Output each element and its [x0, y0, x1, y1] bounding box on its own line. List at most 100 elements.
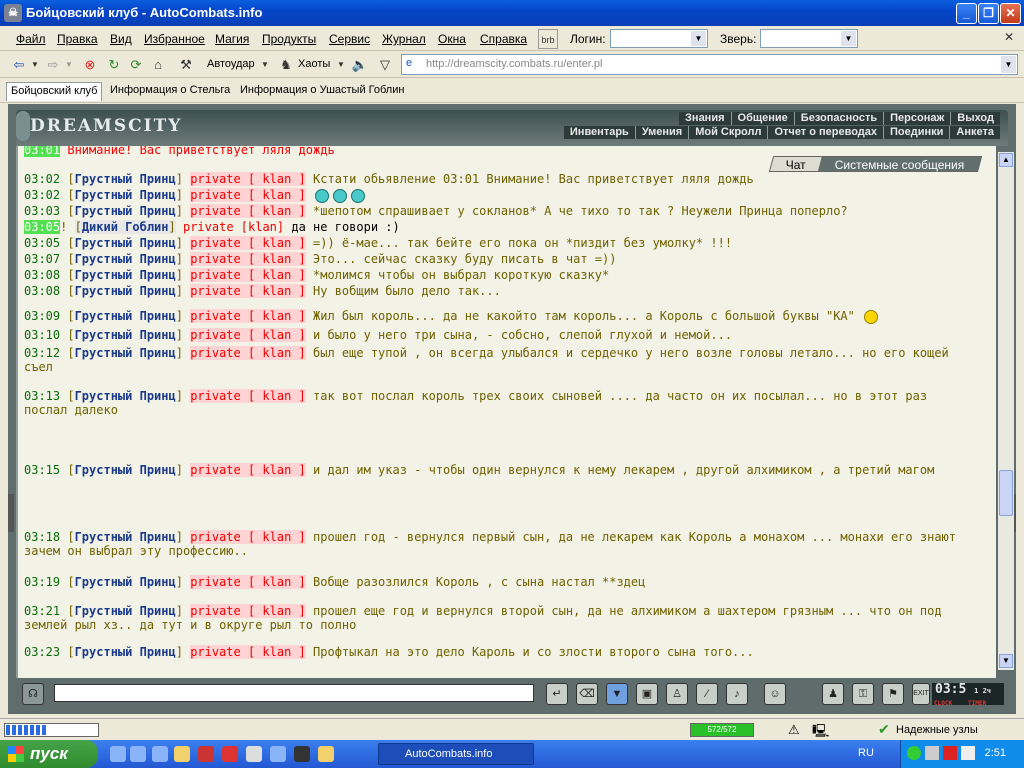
refresh-all-icon[interactable]: ⟳: [126, 55, 146, 75]
fighter-icon[interactable]: ♙: [666, 683, 688, 705]
exit-button[interactable]: EXIT: [912, 683, 930, 705]
private-tag[interactable]: private [ klan ]: [190, 268, 306, 282]
private-tag[interactable]: private [ klan ]: [190, 309, 306, 323]
tools-icon[interactable]: ⚒: [176, 55, 196, 75]
slash-icon[interactable]: ⁄: [696, 683, 718, 705]
menu-view[interactable]: Вид: [110, 32, 132, 46]
system-clock[interactable]: 2:51: [985, 747, 1006, 759]
clear-icon[interactable]: ⌫: [576, 683, 598, 705]
home-icon[interactable]: ⌂: [148, 55, 168, 75]
menu-file[interactable]: Файл: [16, 32, 46, 46]
scroll-down-icon[interactable]: ▼: [999, 654, 1013, 668]
nav-exit[interactable]: Выход: [951, 112, 1000, 125]
nav-battles[interactable]: Поединки: [884, 126, 951, 139]
smile-picker-icon[interactable]: ☺: [764, 683, 786, 705]
sender-name[interactable]: Грустный Принц: [75, 204, 176, 218]
nav-security[interactable]: Безопасность: [795, 112, 885, 125]
filter-icon[interactable]: ▽: [375, 55, 395, 75]
chat-scrollbar[interactable]: ▲ ▼: [998, 152, 1014, 670]
warning-icon[interactable]: ⚠: [788, 722, 800, 738]
nav-character[interactable]: Персонаж: [884, 112, 952, 125]
start-button[interactable]: пуск: [0, 740, 98, 768]
chevron-down-icon[interactable]: ▼: [841, 31, 856, 46]
send-icon[interactable]: ↵: [546, 683, 568, 705]
private-tag[interactable]: private [ klan ]: [190, 188, 306, 202]
chevron-down-icon[interactable]: ▼: [691, 31, 706, 46]
private-tag[interactable]: private [ klan ]: [190, 346, 306, 360]
nav-knowledge[interactable]: Знания: [679, 112, 732, 125]
brb-icon[interactable]: brb: [538, 29, 558, 49]
cmd-icon[interactable]: [294, 746, 310, 762]
nav-skills[interactable]: Умения: [636, 126, 690, 139]
opera-icon[interactable]: [222, 746, 238, 762]
private-tag[interactable]: private [ klan ]: [190, 575, 306, 589]
private-tag[interactable]: private [ klan ]: [190, 645, 306, 659]
stop-icon[interactable]: ⊗: [80, 55, 100, 75]
autostrike-dropdown-icon[interactable]: ▼: [260, 55, 270, 75]
autostrike-button[interactable]: Автоудар: [207, 58, 255, 70]
party-icon[interactable]: ♟: [822, 683, 844, 705]
nav-inventory[interactable]: Инвентарь: [564, 126, 636, 139]
doc-icon[interactable]: [246, 746, 262, 762]
menu-products[interactable]: Продукты: [262, 32, 316, 46]
maximize-button[interactable]: ❐: [978, 3, 999, 24]
sender-name[interactable]: Грустный Принц: [75, 236, 176, 250]
private-tag[interactable]: private [ klan ]: [190, 463, 306, 477]
m-icon[interactable]: [152, 746, 168, 762]
sender-name[interactable]: Грустный Принц: [75, 172, 176, 186]
sound-icon[interactable]: 🔈: [350, 55, 370, 75]
network-icon[interactable]: [925, 746, 939, 760]
messenger-icon[interactable]: [130, 746, 146, 762]
menu-help[interactable]: Справка: [480, 32, 527, 46]
private-tag[interactable]: private [ klan ]: [190, 204, 306, 218]
taskbar-window-button[interactable]: AutoCombats.info: [378, 743, 534, 765]
sound-toggle-icon[interactable]: ♪: [726, 683, 748, 705]
language-indicator[interactable]: RU: [858, 747, 874, 759]
nav-communication[interactable]: Общение: [732, 112, 795, 125]
tab-stelga-info[interactable]: Информация о Стельга: [106, 82, 234, 101]
private-tag[interactable]: private [klan]: [183, 220, 284, 234]
tab-goblin-info[interactable]: Информация о Ушастый Гоблин: [236, 82, 408, 101]
menu-windows[interactable]: Окна: [438, 32, 466, 46]
refresh-icon[interactable]: ↻: [104, 55, 124, 75]
menu-magic[interactable]: Магия: [215, 32, 249, 46]
private-tag[interactable]: private [ klan ]: [190, 172, 306, 186]
private-tag[interactable]: private [ klan ]: [190, 328, 306, 342]
menu-favorites[interactable]: Избранное: [144, 32, 205, 46]
scroll-thumb[interactable]: [999, 470, 1013, 516]
sender-name[interactable]: Грустный Принц: [75, 188, 176, 202]
scroll-up-icon[interactable]: ▲: [999, 153, 1013, 167]
minimize-button[interactable]: _: [956, 3, 977, 24]
nav-transfer-report[interactable]: Отчет о переводах: [768, 126, 885, 139]
volume-icon[interactable]: [961, 746, 975, 760]
sender-name[interactable]: Грустный Принц: [75, 252, 176, 266]
forward-dropdown-icon[interactable]: ▼: [64, 55, 74, 75]
menu-journal[interactable]: Журнал: [382, 32, 426, 46]
tab-system-messages[interactable]: Системные сообщения: [818, 156, 983, 172]
antivirus-icon[interactable]: [943, 746, 957, 760]
login-combo[interactable]: ▼: [610, 29, 708, 48]
beast-combo[interactable]: ▼: [760, 29, 858, 48]
private-tag[interactable]: private [ klan ]: [190, 236, 306, 250]
tool-icon[interactable]: [318, 746, 334, 762]
search-icon[interactable]: [270, 746, 286, 762]
sender-name[interactable]: Грустный Принц: [75, 575, 176, 589]
save-icon[interactable]: ▣: [636, 683, 658, 705]
menu-edit[interactable]: Правка: [57, 32, 98, 46]
close-button[interactable]: ✕: [1000, 3, 1021, 24]
private-tag[interactable]: private [ klan ]: [190, 604, 306, 618]
sender-name[interactable]: Грустный Принц: [75, 268, 176, 282]
nav-scroll[interactable]: Мой Скролл: [689, 126, 769, 139]
sender-name[interactable]: Грустный Принц: [75, 309, 176, 323]
folder-icon[interactable]: [174, 746, 190, 762]
chaos-dropdown-icon[interactable]: ▼: [336, 55, 346, 75]
lock-icon[interactable]: ⚿: [852, 683, 874, 705]
private-tag[interactable]: private [ klan ]: [190, 284, 306, 298]
sender-name[interactable]: Дикий Гоблин: [82, 220, 169, 234]
back-dropdown-icon[interactable]: ▼: [30, 55, 40, 75]
speaker-icon[interactable]: ☊: [22, 683, 44, 705]
tab-chat[interactable]: Чат: [768, 156, 823, 172]
flag-icon[interactable]: ⚑: [882, 683, 904, 705]
sender-name[interactable]: Грустный Принц: [75, 346, 176, 360]
private-tag[interactable]: private [ klan ]: [190, 389, 306, 403]
